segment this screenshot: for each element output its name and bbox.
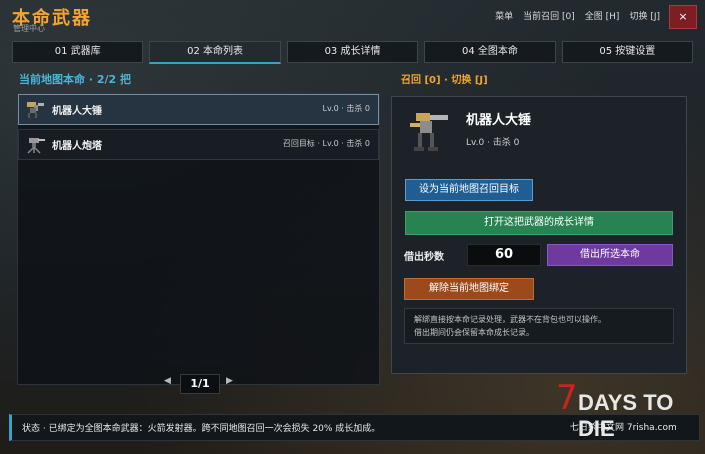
note-line: 借出期间仍会保留本命成长记录。 (414, 328, 534, 337)
watermark-subtext: 七日杀中文网 7risha.com (570, 423, 677, 433)
header: 本命武器 管理中心 菜单 当前召回 [0] 全图 [H] 切换 [J] × (0, 0, 705, 36)
detail-weapon-meta: Lv.0 · 击杀 0 (466, 138, 520, 148)
list-section-title: 当前地图本命 · 2/2 把 (19, 73, 131, 86)
tab-bound-list[interactable]: 02 本命列表 (149, 41, 281, 64)
lend-weapon-button[interactable]: 借出所选本命 (547, 244, 673, 266)
note-line: 解绑直接按本命记录处理，武器不在背包也可以操作。 (414, 315, 606, 324)
set-recall-target-button[interactable]: 设为当前地图召回目标 (405, 179, 533, 201)
robotic-sledge-icon (27, 102, 44, 118)
tab-key-settings[interactable]: 05 按键设置 (561, 41, 694, 63)
hotkey-current-recall[interactable]: 当前召回 [0] (523, 9, 575, 22)
hotkey-bar: 菜单 当前召回 [0] 全图 [H] 切换 [J] (495, 9, 660, 22)
list-item-robotic-turret[interactable]: 机器人炮塔 召回目标 · Lv.0 · 击杀 0 (18, 129, 379, 160)
lend-seconds-input[interactable]: 60 (467, 244, 541, 266)
page-subtitle: 管理中心 (13, 24, 45, 33)
list-item-meta: Lv.0 · 击杀 0 (322, 104, 370, 113)
close-icon: × (678, 10, 688, 23)
info-note: 解绑直接按本命记录处理，武器不在背包也可以操作。 借出期间仍会保留本命成长记录。 (404, 308, 674, 344)
hotkey-menu[interactable]: 菜单 (495, 9, 513, 22)
detail-weapon-name: 机器人大锤 (466, 113, 532, 128)
close-button[interactable]: × (669, 5, 697, 29)
next-page-icon[interactable]: ▶ (226, 376, 233, 386)
lend-seconds-label: 借出秒数 (404, 252, 444, 263)
list-item-meta: 召回目标 · Lv.0 · 击杀 0 (282, 139, 370, 148)
tab-global-bound[interactable]: 04 全图本命 (424, 41, 556, 63)
unbind-map-button[interactable]: 解除当前地图绑定 (404, 278, 534, 300)
tab-growth-details[interactable]: 03 成长详情 (286, 41, 419, 63)
tab-bar: 01 武器库 02 本命列表 03 成长详情 04 全图本命 05 按键设置 (12, 41, 694, 64)
site-watermark-logo: 7 DAYS TO DIE 七日杀中文网 7risha.com (556, 378, 701, 441)
status-text: 状态 · 已绑定为全图本命武器：火箭发射器。跨不同地图召回一次会损失 20% 成… (22, 424, 381, 434)
robotic-turret-icon (27, 138, 45, 154)
watermark-seven: 7 (556, 378, 578, 418)
hotkey-global[interactable]: 全图 [H] (585, 9, 620, 22)
weapon-detail-panel: 机器人大锤 Lv.0 · 击杀 0 设为当前地图召回目标 打开这把武器的成长详情… (391, 96, 687, 374)
weapon-list: 机器人大锤 Lv.0 · 击杀 0 机器人炮塔 召回目标 · Lv.0 · 击杀… (17, 93, 380, 385)
hotkey-switch[interactable]: 切换 [J] (629, 9, 660, 22)
prev-page-icon[interactable]: ◀ (164, 376, 171, 386)
robotic-sledge-icon (410, 113, 448, 151)
list-item-name: 机器人大锤 (52, 106, 102, 117)
page-indicator: 1/1 (180, 374, 220, 394)
pagination: ◀ 1/1 ▶ (162, 374, 242, 394)
recall-hint: 召回 [0] · 切换 [J] (401, 75, 488, 86)
watermark-text: DAYS TO DIE (578, 390, 674, 441)
list-item-robotic-sledge[interactable]: 机器人大锤 Lv.0 · 击杀 0 (18, 94, 379, 125)
tab-weapon-library[interactable]: 01 武器库 (12, 41, 144, 63)
open-growth-details-button[interactable]: 打开这把武器的成长详情 (405, 211, 673, 235)
list-item-name: 机器人炮塔 (52, 141, 102, 152)
